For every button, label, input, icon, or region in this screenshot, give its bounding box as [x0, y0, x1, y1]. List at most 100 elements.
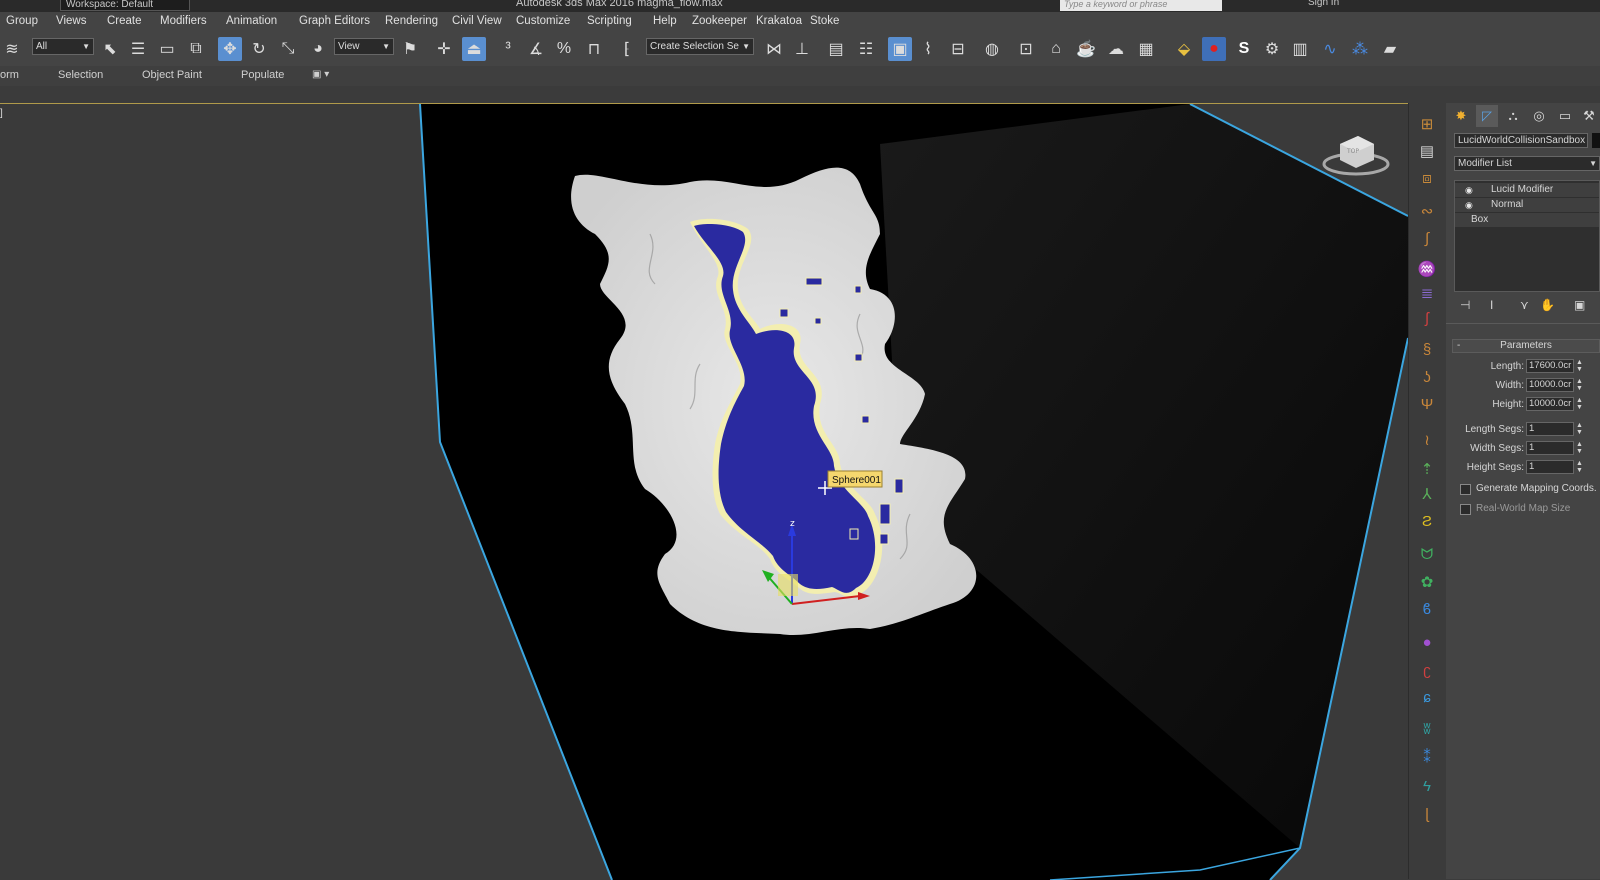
generate-mapping-checkbox[interactable]: Generate Mapping Coords.	[1460, 483, 1600, 497]
make-unique-icon[interactable]: ⋎	[1520, 298, 1529, 312]
menu-group[interactable]: Group	[6, 15, 38, 27]
rotate-icon[interactable]: ↻	[247, 37, 271, 61]
pivot-icon[interactable]: ⚑	[398, 37, 422, 61]
width-field[interactable]: 10000.0cr	[1526, 378, 1574, 392]
link-icon[interactable]: ≋	[0, 37, 24, 61]
chain-icon[interactable]: ϐ	[1415, 598, 1439, 620]
remove-modifier-icon[interactable]: ✋	[1540, 298, 1555, 312]
settings-gear-icon[interactable]: ⚙	[1260, 37, 1284, 61]
layer-manager-icon[interactable]: ▤	[824, 37, 848, 61]
edit-named-selection-icon[interactable]: ⁅	[615, 37, 639, 61]
real-world-map-checkbox[interactable]: Real-World Map Size	[1460, 503, 1600, 517]
lightbulb-icon[interactable]: ◉	[1465, 183, 1473, 197]
menu-scripting[interactable]: Scripting	[587, 15, 632, 27]
curve-icon[interactable]: ∫	[1415, 227, 1439, 249]
ribbon-toggle-icon[interactable]: ☷	[854, 37, 878, 61]
particle-list-icon[interactable]: ▥	[1288, 37, 1312, 61]
width-segs-field[interactable]: 1	[1526, 441, 1574, 455]
field-icon[interactable]: ⁂	[1348, 37, 1372, 61]
object-name-field[interactable]: LucidWorldCollisionSandbox	[1454, 133, 1588, 148]
menu-customize[interactable]: Customize	[516, 15, 570, 27]
sign-in-link[interactable]: Sign In	[1308, 0, 1339, 8]
menu-civil-view[interactable]: Civil View	[452, 15, 502, 27]
place-icon[interactable]: ◕	[306, 37, 330, 61]
squiggle-icon[interactable]: ∾	[1415, 200, 1439, 222]
modify-tab-icon[interactable]: ◸	[1476, 105, 1498, 127]
menu-stoke[interactable]: Stoke	[810, 15, 839, 27]
schematic-view-icon[interactable]: ⊟	[946, 37, 970, 61]
keyboard-shortcut-icon[interactable]: ⏏	[462, 37, 486, 61]
select-by-name-icon[interactable]: ☰	[126, 37, 150, 61]
configure-sets-icon[interactable]: ▣	[1574, 298, 1585, 312]
menu-views[interactable]: Views	[56, 15, 86, 27]
length-field[interactable]: 17600.0cr	[1526, 359, 1574, 373]
menu-zookeeper[interactable]: Zookeeper	[692, 15, 747, 27]
modifier-list-dropdown[interactable]: Modifier List ▼	[1454, 156, 1600, 171]
parameters-rollout-header[interactable]: - Parameters	[1452, 339, 1600, 353]
render-frame-icon[interactable]: ⌂	[1044, 37, 1068, 61]
percent-snap-icon[interactable]: %	[552, 37, 576, 61]
checkbox-box[interactable]	[1460, 504, 1471, 515]
ribbon-tab-freeform[interactable]: orm	[0, 69, 19, 81]
ribbon-tab-selection[interactable]: Selection	[58, 69, 103, 81]
ribbon-tab-populate[interactable]: Populate	[241, 69, 284, 81]
spring-icon[interactable]: §	[1415, 338, 1439, 360]
menu-rendering[interactable]: Rendering	[385, 15, 438, 27]
spinner-snap-icon[interactable]: ⊓	[582, 37, 606, 61]
record-icon[interactable]: ●	[1202, 37, 1226, 61]
angle-snap-icon[interactable]: ∡	[524, 37, 548, 61]
menu-graph-editors[interactable]: Graph Editors	[299, 15, 370, 27]
hierarchy-tab-icon[interactable]: ⛬	[1502, 105, 1524, 127]
spinner-icon[interactable]: ▲ ▼	[1576, 359, 1583, 373]
scale-icon[interactable]: ⤡	[276, 37, 300, 61]
search-input[interactable]: Type a keyword or phrase	[1060, 0, 1222, 11]
list-icon[interactable]: ▤	[1415, 140, 1439, 162]
move-icon[interactable]: ✥	[218, 37, 242, 61]
spinner-icon[interactable]: ▲ ▼	[1576, 422, 1583, 436]
strand-icon[interactable]: ≣	[1415, 282, 1439, 304]
checkbox-box[interactable]	[1460, 484, 1471, 495]
stoke-s-icon[interactable]: S	[1232, 37, 1256, 61]
wave-icon[interactable]: ∿	[1318, 37, 1342, 61]
window-crossing-icon[interactable]: ⧉	[184, 37, 208, 61]
render-icon[interactable]: ☕	[1074, 37, 1098, 61]
flame-icon[interactable]: ʃ	[1415, 307, 1439, 329]
drop-icon[interactable]: ɕ	[1415, 686, 1439, 708]
spinner-icon[interactable]: ▲ ▼	[1576, 460, 1583, 474]
hook-icon[interactable]: ʖ	[1415, 366, 1439, 388]
workspace-dropdown[interactable]: Workspace: Default	[60, 0, 190, 11]
lightbulb-icon[interactable]: ◉	[1465, 198, 1473, 212]
select-manipulate-icon[interactable]: ✛	[432, 37, 456, 61]
render-online-icon[interactable]: ▦	[1134, 37, 1158, 61]
stack-item-lucid-modifier[interactable]: ◉ Lucid Modifier	[1455, 183, 1599, 198]
height-segs-field[interactable]: 1	[1526, 460, 1574, 474]
menu-create[interactable]: Create	[107, 15, 142, 27]
bug-icon[interactable]: ✿	[1415, 571, 1439, 593]
utilities-tab-icon[interactable]: ⚒	[1578, 105, 1600, 127]
motion-tab-icon[interactable]: ◎	[1528, 105, 1550, 127]
pin-stack-icon[interactable]: ⊣	[1460, 298, 1470, 312]
krakatoa-icon[interactable]: ⬙	[1172, 37, 1196, 61]
render-iterative-icon[interactable]: ☁	[1104, 37, 1128, 61]
stack-item-normal[interactable]: ◉ Normal	[1455, 198, 1599, 213]
box-tool-icon[interactable]: ⧈	[1415, 167, 1439, 189]
swirl-icon[interactable]: ϟ	[1415, 775, 1439, 797]
show-end-result-icon[interactable]: I	[1490, 298, 1493, 312]
selection-filter-dropdown[interactable]: All ▼	[32, 38, 94, 55]
leaf-icon[interactable]: ᗢ	[1415, 543, 1439, 565]
object-color-swatch[interactable]	[1592, 133, 1600, 148]
align-icon[interactable]: ⊥	[790, 37, 814, 61]
height-field[interactable]: 10000.0cr	[1526, 397, 1574, 411]
perspective-viewport[interactable]: z Sphere001 TOP ]	[0, 103, 1408, 880]
hair-icon[interactable]: ♒	[1415, 258, 1439, 280]
display-tab-icon[interactable]: ▭	[1554, 105, 1576, 127]
spiral-icon[interactable]: Ƨ	[1415, 510, 1439, 532]
viewport-layout-icon[interactable]: ▰	[1378, 37, 1402, 61]
ribbon-tab-object-paint[interactable]: Object Paint	[142, 69, 202, 81]
ribbon-tool-icon[interactable]: ʗ	[1415, 659, 1439, 681]
curve-editor-icon[interactable]: ⌇	[916, 37, 940, 61]
branch-icon[interactable]: ⅄	[1415, 483, 1439, 505]
mirror-icon[interactable]: ⋈	[762, 37, 786, 61]
quad-icon[interactable]: ⊞	[1415, 113, 1439, 135]
menu-help[interactable]: Help	[653, 15, 677, 27]
